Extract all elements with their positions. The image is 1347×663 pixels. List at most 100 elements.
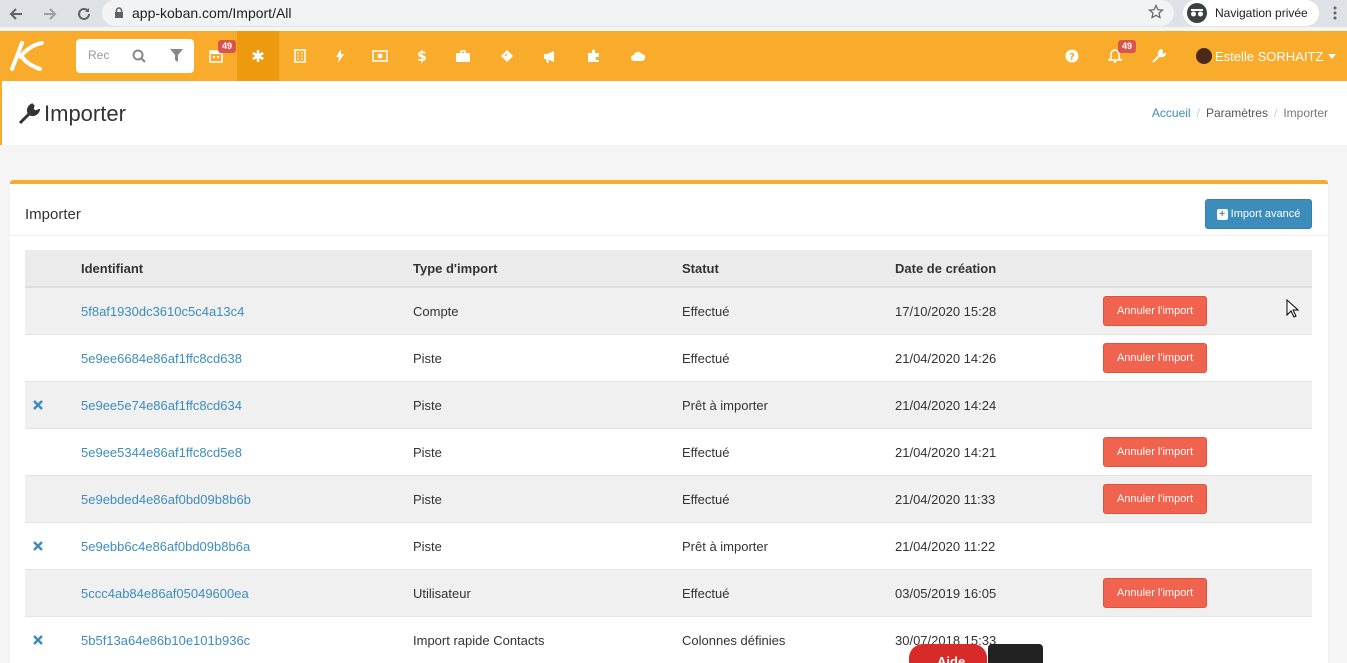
- import-status: Effectué: [682, 586, 730, 601]
- notifications-nav-item[interactable]: 49: [1094, 31, 1137, 81]
- svg-text:$: $: [417, 49, 427, 63]
- import-id-link[interactable]: 5e9ebb6c4e86af0bd09b8b6a: [81, 539, 250, 554]
- filter-icon[interactable]: [170, 49, 183, 62]
- import-status: Effectué: [682, 351, 730, 366]
- import-date: 03/05/2019 16:05: [895, 586, 997, 601]
- table-header: Identifiant Type d'import Statut Date de…: [25, 250, 1312, 288]
- table-row: 5e9ee5344e86af1ffc8cd5e8 Piste Effectué …: [25, 429, 1312, 476]
- chat-widget[interactable]: [988, 644, 1043, 663]
- cancel-import-button[interactable]: Annuler l'import: [1103, 578, 1207, 608]
- asterisk-icon: [252, 50, 264, 62]
- forward-icon[interactable]: [38, 2, 62, 26]
- header-type[interactable]: Type d'import: [413, 261, 497, 276]
- money-icon: [372, 50, 388, 62]
- import-date: 21/04/2020 14:26: [895, 351, 997, 366]
- header-status[interactable]: Statut: [682, 261, 719, 276]
- calendar-nav-item[interactable]: 49: [195, 31, 237, 81]
- import-id-link[interactable]: 5e9ee6684e86af1ffc8cd638: [81, 351, 242, 366]
- cloud-nav-item[interactable]: [617, 31, 659, 81]
- back-icon[interactable]: [4, 2, 28, 26]
- cancel-import-button[interactable]: Annuler l'import: [1103, 343, 1207, 373]
- search-input[interactable]: Rec: [88, 48, 109, 62]
- table-row: 5e9ebb6c4e86af0bd09b8b6a Piste Prêt à im…: [25, 523, 1312, 570]
- calendar-badge: 49: [218, 40, 237, 53]
- import-date: 17/10/2020 15:28: [895, 304, 997, 319]
- ticket-nav-item[interactable]: [486, 31, 528, 81]
- browser-toolbar: app-koban.com/Import/All Navigation priv…: [0, 0, 1347, 27]
- browser-menu-icon[interactable]: [1333, 6, 1337, 23]
- delete-x-icon[interactable]: [33, 541, 43, 551]
- bookmark-star-icon[interactable]: [1148, 4, 1164, 20]
- import-type: Piste: [413, 539, 442, 554]
- advanced-import-label: Import avancé: [1230, 208, 1301, 220]
- import-type: Import rapide Contacts: [413, 633, 545, 648]
- bolt-icon: [336, 49, 344, 63]
- import-type: Piste: [413, 445, 442, 460]
- delete-x-icon[interactable]: [33, 400, 43, 410]
- box-title: Importer: [25, 206, 81, 223]
- url-text: app-koban.com/Import/All: [132, 5, 292, 21]
- table-row: 5ccc4ab84e86af05049600ea Utilisateur Eff…: [25, 570, 1312, 617]
- lock-icon: [115, 7, 123, 18]
- import-date: 21/04/2020 14:24: [895, 398, 997, 413]
- import-id-link[interactable]: 5ccc4ab84e86af05049600ea: [81, 586, 249, 601]
- briefcase-nav-item[interactable]: [442, 31, 484, 81]
- koban-logo[interactable]: [6, 37, 46, 75]
- import-status: Effectué: [682, 304, 730, 319]
- mouse-cursor-icon: [1286, 299, 1300, 318]
- wrench-icon: [18, 103, 40, 125]
- import-type: Piste: [413, 492, 442, 507]
- dollar-nav-item[interactable]: $: [401, 31, 443, 81]
- search-icon[interactable]: [132, 49, 146, 63]
- import-id-link[interactable]: 5b5f13a64e86b10e101b936c: [81, 633, 250, 648]
- import-status: Colonnes définies: [682, 633, 786, 648]
- bullhorn-nav-item[interactable]: [529, 31, 571, 81]
- notification-badge: 49: [1118, 40, 1137, 53]
- user-menu[interactable]: Estelle SORHAITZ: [1196, 48, 1337, 64]
- settings-nav-item[interactable]: [1138, 31, 1180, 81]
- wrench-icon: [1152, 49, 1166, 63]
- briefcase-icon: [456, 50, 470, 62]
- import-type: Piste: [413, 351, 442, 366]
- import-status: Effectué: [682, 445, 730, 460]
- imports-box: Importer + Import avancé Identifiant Typ…: [10, 180, 1328, 663]
- help-nav-item[interactable]: ?: [1051, 31, 1093, 81]
- table-row: 5b5f13a64e86b10e101b936c Import rapide C…: [25, 617, 1312, 663]
- money-nav-item[interactable]: [359, 31, 401, 81]
- asterisk-nav-item[interactable]: [237, 31, 279, 81]
- import-status: Prêt à importer: [682, 539, 768, 554]
- puzzle-nav-item[interactable]: [573, 31, 615, 81]
- box-divider: [10, 235, 1328, 236]
- delete-x-icon[interactable]: [33, 635, 43, 645]
- puzzle-icon: [588, 49, 599, 62]
- header-identifier[interactable]: Identifiant: [81, 261, 143, 276]
- import-id-link[interactable]: 5e9ee5e74e86af1ffc8cd634: [81, 398, 242, 413]
- breadcrumb-settings[interactable]: Paramètres: [1206, 106, 1268, 120]
- breadcrumb-home[interactable]: Accueil: [1152, 106, 1191, 120]
- private-browsing-indicator[interactable]: Navigation privée: [1183, 0, 1319, 26]
- import-date: 21/04/2020 14:21: [895, 445, 997, 460]
- header-date[interactable]: Date de création: [895, 261, 996, 276]
- cloud-icon: [631, 51, 646, 61]
- bolt-nav-item[interactable]: [319, 31, 361, 81]
- import-id-link[interactable]: 5e9ee5344e86af1ffc8cd5e8: [81, 445, 242, 460]
- incognito-icon: [1187, 3, 1207, 23]
- cancel-import-button[interactable]: Annuler l'import: [1103, 484, 1207, 514]
- page-header: Importer Accueil / Paramètres / Importer: [0, 81, 1347, 145]
- table-row: 5e9ee5e74e86af1ffc8cd634 Piste Prêt à im…: [25, 382, 1312, 429]
- svg-text:?: ?: [1069, 52, 1075, 63]
- reload-icon[interactable]: [72, 2, 96, 26]
- import-id-link[interactable]: 5e9ebded4e86af0bd09b8b6b: [81, 492, 251, 507]
- user-name: Estelle SORHAITZ: [1215, 48, 1324, 64]
- search-box[interactable]: Rec: [76, 39, 194, 73]
- breadcrumb-current: Importer: [1283, 106, 1328, 120]
- building-nav-item[interactable]: [279, 31, 321, 81]
- cancel-import-button[interactable]: Annuler l'import: [1103, 296, 1207, 326]
- help-label: Aide: [937, 654, 966, 663]
- cancel-import-button[interactable]: Annuler l'import: [1103, 437, 1207, 467]
- help-widget-button[interactable]: Aide: [909, 644, 987, 663]
- import-id-link[interactable]: 5f8af1930dc3610c5c4a13c4: [81, 304, 244, 319]
- page-title: Importer: [44, 101, 126, 126]
- address-bar[interactable]: app-koban.com/Import/All: [102, 0, 1174, 26]
- advanced-import-button[interactable]: + Import avancé: [1205, 199, 1312, 229]
